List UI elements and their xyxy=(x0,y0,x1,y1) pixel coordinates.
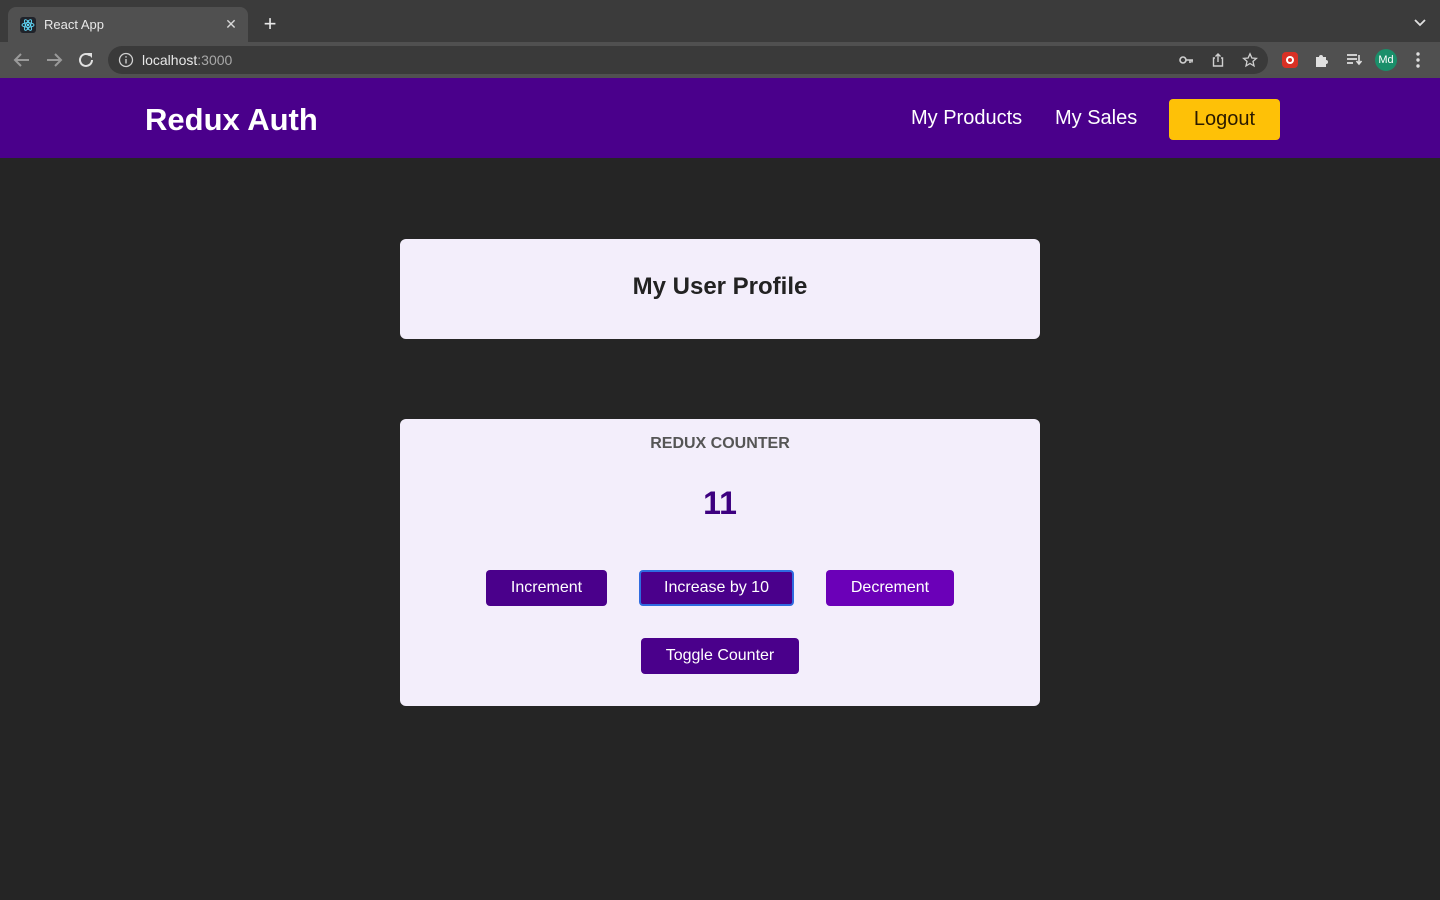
share-icon[interactable] xyxy=(1210,52,1226,68)
new-tab-icon[interactable]: + xyxy=(258,13,282,37)
increment-button[interactable]: Increment xyxy=(486,570,607,606)
nav-link-my-products[interactable]: My Products xyxy=(911,107,1022,130)
reading-list-icon[interactable] xyxy=(1345,51,1363,69)
star-icon[interactable] xyxy=(1242,52,1258,68)
browser-tabstrip: React App ✕ + xyxy=(0,0,1440,42)
puzzle-icon[interactable] xyxy=(1313,51,1331,69)
browser-toolbar: localhost:3000 xyxy=(0,42,1440,78)
brand-logo: Redux Auth xyxy=(145,102,318,137)
counter-title: REDUX COUNTER xyxy=(650,435,790,452)
counter-card: REDUX COUNTER 11 Increment Increase by 1… xyxy=(400,419,1040,706)
profile-avatar[interactable]: Md xyxy=(1375,49,1397,71)
nav-link-my-sales[interactable]: My Sales xyxy=(1055,107,1137,130)
address-bar[interactable]: localhost:3000 xyxy=(108,46,1268,74)
back-arrow-icon[interactable] xyxy=(11,49,33,71)
react-logo-icon xyxy=(20,17,36,33)
browser-tab[interactable]: React App ✕ xyxy=(8,7,248,42)
close-icon[interactable]: ✕ xyxy=(222,15,240,33)
key-icon[interactable] xyxy=(1178,52,1194,68)
decrement-button[interactable]: Decrement xyxy=(826,570,954,606)
extension-badge-icon[interactable] xyxy=(1281,51,1299,69)
info-icon[interactable] xyxy=(118,52,134,68)
more-vert-icon[interactable] xyxy=(1410,51,1426,69)
app-header: Redux Auth My Products My Sales Logout xyxy=(0,78,1440,158)
logout-button[interactable]: Logout xyxy=(1169,99,1280,140)
url-text[interactable]: localhost:3000 xyxy=(142,52,232,68)
counter-value: 11 xyxy=(703,485,737,521)
toggle-counter-button[interactable]: Toggle Counter xyxy=(641,638,799,674)
profile-card: My User Profile xyxy=(400,239,1040,339)
reload-icon[interactable] xyxy=(75,49,97,71)
tab-title: React App xyxy=(44,17,104,32)
profile-title: My User Profile xyxy=(632,273,808,300)
chevron-down-icon[interactable] xyxy=(1412,14,1428,30)
forward-arrow-icon[interactable] xyxy=(43,49,65,71)
increase-by-10-button[interactable]: Increase by 10 xyxy=(639,570,794,606)
